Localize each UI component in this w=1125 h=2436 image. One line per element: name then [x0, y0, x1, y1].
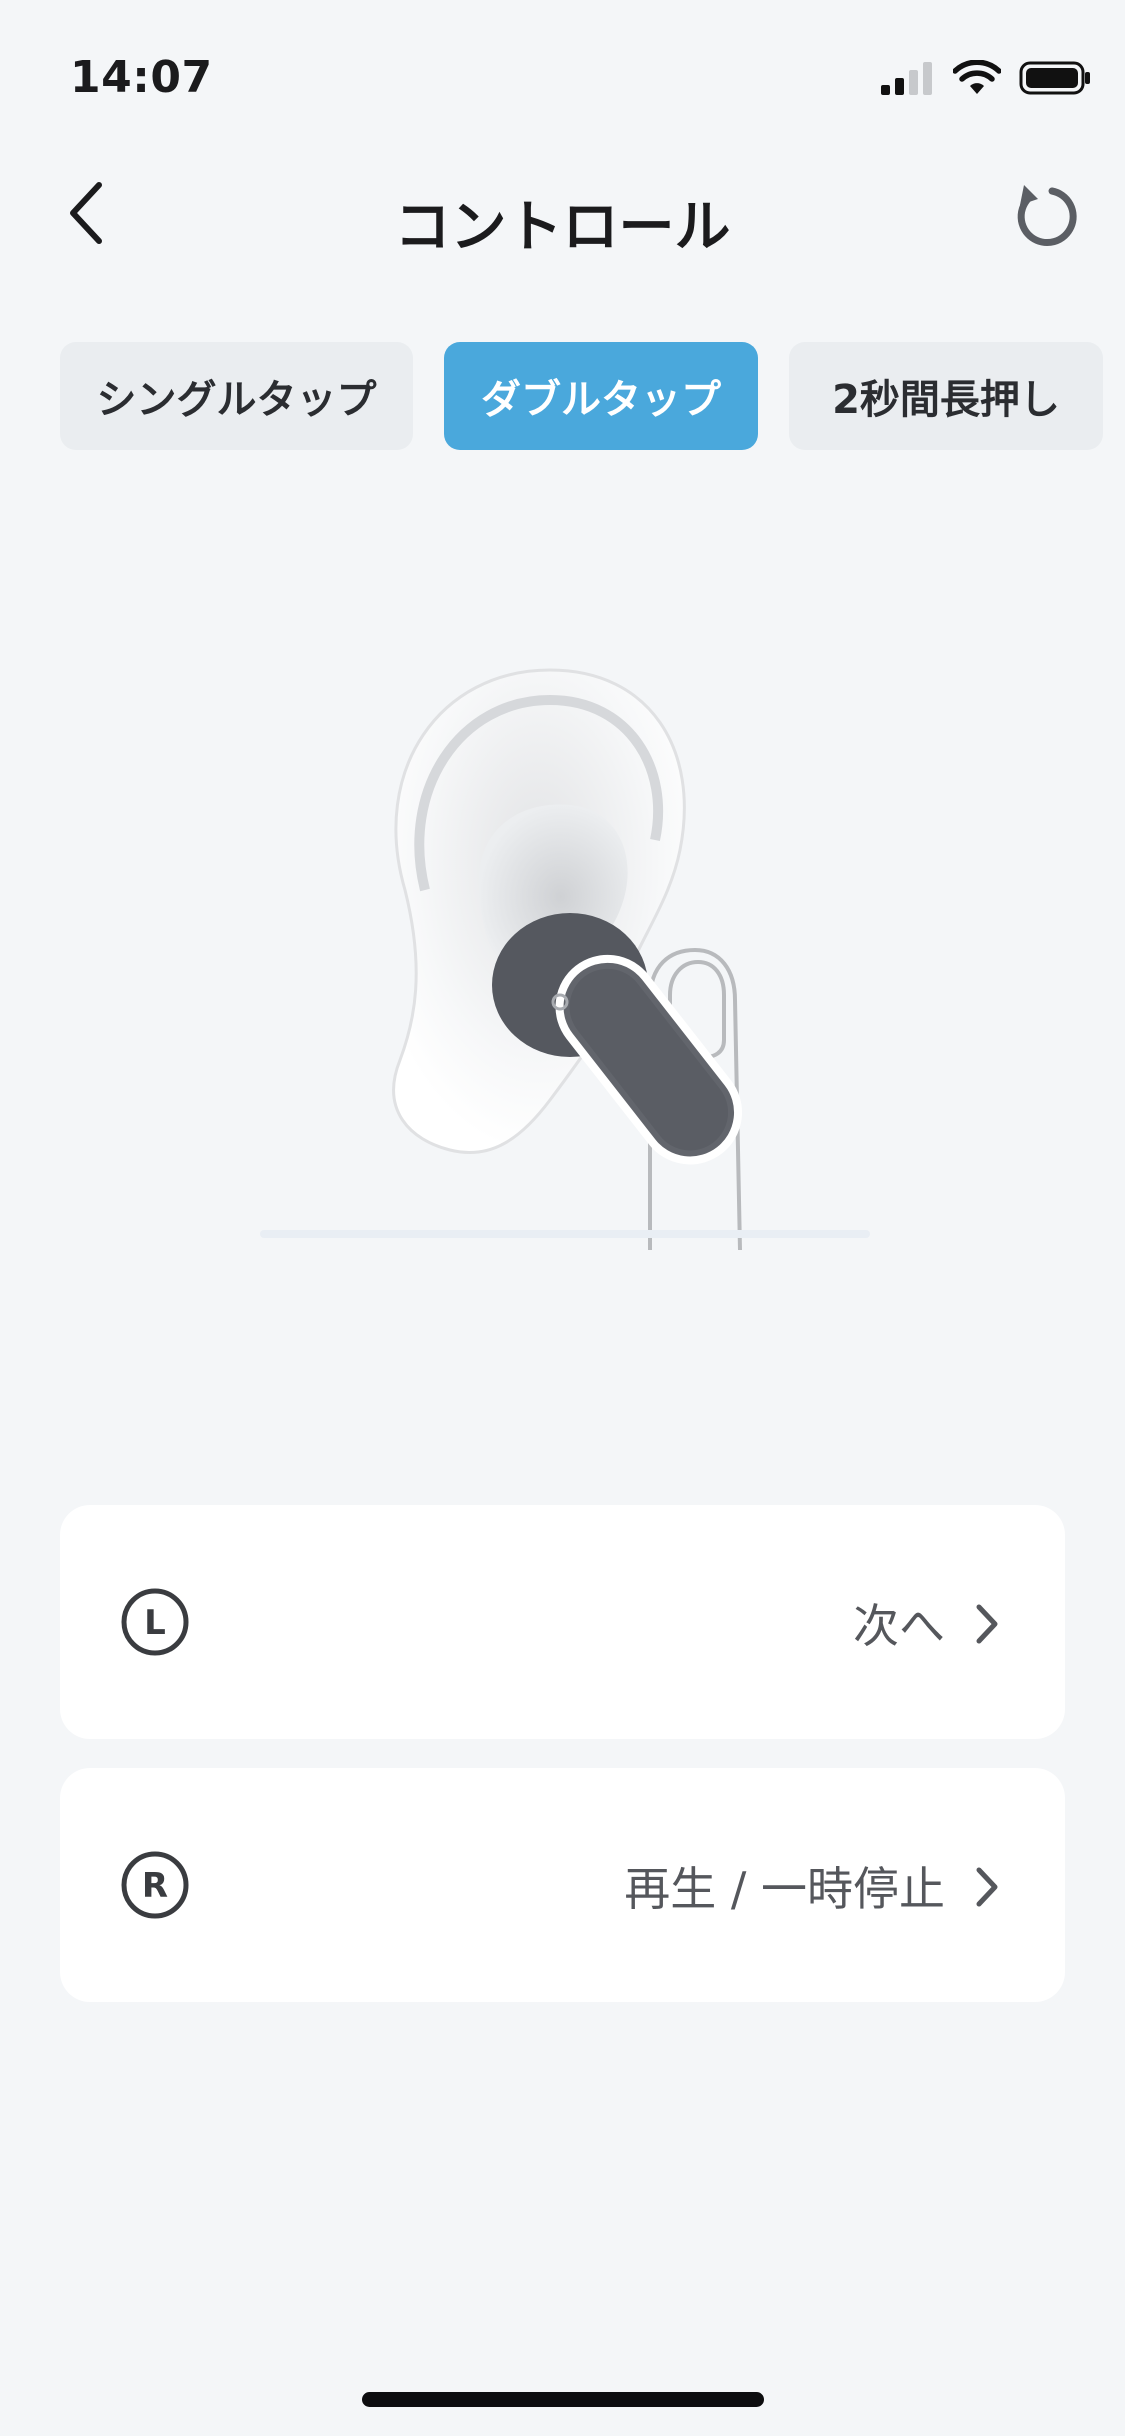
status-bar: 14:07 — [0, 0, 1125, 140]
wifi-icon — [953, 60, 1001, 94]
tab-single-tap[interactable]: シングルタップ — [60, 342, 413, 450]
reset-button[interactable] — [1005, 174, 1085, 254]
left-control-card[interactable]: L 次へ — [60, 1505, 1065, 1739]
status-time: 14:07 — [70, 52, 213, 103]
earbud-tap-illustration — [260, 668, 870, 1251]
right-side-label: R — [142, 1866, 168, 1906]
tab-double-tap[interactable]: ダブルタップ — [444, 342, 758, 450]
ear-illustration — [250, 640, 880, 1260]
tab-long-press[interactable]: 2秒間長押し — [789, 342, 1103, 450]
left-control-value: 次へ — [853, 1599, 945, 1653]
nav-header: コントロール — [0, 160, 1125, 270]
left-side-label: L — [144, 1603, 166, 1643]
right-control-value: 再生 / 一時停止 — [624, 1862, 945, 1916]
reset-icon — [1017, 185, 1077, 247]
right-earbud-icon: R — [121, 1851, 189, 1919]
battery-icon — [1019, 61, 1090, 95]
left-earbud-icon: L — [121, 1588, 189, 1656]
chevron-right-icon — [976, 1867, 998, 1907]
status-icons — [881, 60, 1091, 96]
page-title: コントロール — [394, 195, 731, 260]
home-indicator[interactable] — [362, 2392, 764, 2407]
cellular-signal-icon — [881, 62, 932, 95]
tab-bar: シングルタップ ダブルタップ 2秒間長押し — [60, 342, 1125, 450]
right-control-card[interactable]: R 再生 / 一時停止 — [60, 1768, 1065, 2002]
chevron-right-icon — [976, 1604, 998, 1644]
